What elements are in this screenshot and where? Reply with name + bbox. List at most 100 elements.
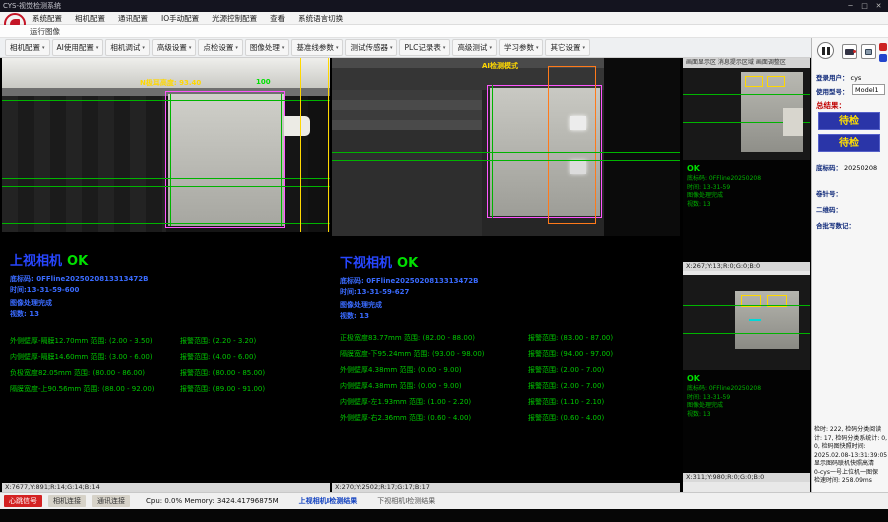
result-line: 时间: 13-31-59 — [687, 184, 810, 193]
menu-camera-config[interactable]: 相机配置 — [75, 13, 105, 24]
menu-comm-config[interactable]: 通讯配置 — [118, 13, 148, 24]
chevron-down-icon: ▾ — [390, 45, 393, 51]
toolbar-sensor-test-button[interactable]: 测试传感器▾ — [345, 39, 397, 56]
toolbar-learning-params-button[interactable]: 学习参数▾ — [499, 39, 544, 56]
toolbar-plc-record-button[interactable]: PLC记录表▾ — [399, 39, 450, 56]
camera-result-title: 下视相机OK — [340, 252, 418, 271]
info-icon[interactable] — [879, 54, 887, 62]
measure-line-yellow — [328, 58, 329, 232]
model-select[interactable]: Model1 — [852, 84, 885, 95]
alarm-range: 报警范围: (4.00 - 6.00) — [180, 352, 256, 362]
toolbar-advanced-settings-button[interactable]: 高级设置▾ — [152, 39, 197, 56]
toolbar-baseline-params-button[interactable]: 基准线参数▾ — [291, 39, 343, 56]
side-camera-image-1[interactable] — [683, 68, 810, 160]
result-line: 底标码: 0FFline20250208 — [687, 175, 810, 184]
bright-spot — [570, 160, 586, 174]
pause-icon — [827, 47, 830, 55]
count-line: 视数: 13 — [10, 309, 39, 319]
img-shape — [332, 130, 482, 236]
stat-line: 2025.02.08-13:31:39:05 — [814, 452, 887, 461]
barcode-line: 底标码: 0FFline2025020813313472B — [340, 276, 478, 286]
center-camera-image[interactable]: AI检测模式 — [332, 58, 680, 236]
toolbar-ai-usage-config-button[interactable]: AI使用配置▾ — [52, 39, 104, 56]
measurement-row: 内侧壁厚-隔膜14.60mm 范围: (3.00 - 6.00) — [10, 352, 153, 362]
tab-feature — [284, 116, 310, 136]
maximize-button[interactable]: □ — [858, 2, 871, 10]
toolbar-camera-debug-button[interactable]: 相机调试▾ — [105, 39, 150, 56]
pause-button[interactable] — [817, 42, 834, 59]
stat-line: 显示图码联机快照高清 — [814, 460, 887, 469]
chevron-down-icon: ▾ — [443, 45, 446, 51]
alarm-range: 报警范围: (89.00 - 91.00) — [180, 384, 265, 394]
camera-name: 上视相机 — [10, 254, 62, 269]
tab-top-camera-results[interactable]: 上视相机I检测结果 — [299, 496, 358, 506]
alarm-range: 报警范围: (80.00 - 85.00) — [180, 368, 265, 378]
menu-language-switch[interactable]: 系统语言切换 — [298, 13, 343, 24]
toolbar-image-processing-button[interactable]: 图像处理▾ — [245, 39, 290, 56]
pixel-info-bar: X:267;Y:13;R:0;G:0;B:0 — [683, 262, 810, 271]
side-views-column: 画面显示区 消息提示区域 画面调整区 OK 底标码: 0FFline202502… — [683, 58, 810, 492]
result-status-box-1: 待检 — [818, 112, 880, 130]
overlay-mode-label: AI检测模式 — [482, 61, 518, 71]
tab-strip: 运行图像 — [0, 25, 888, 38]
measurement-row: 内侧壁厚4.38mm 范围: (0.00 - 9.00) — [340, 381, 462, 391]
measure-line — [281, 94, 282, 226]
img-shape — [332, 90, 482, 130]
reel-label: 卷针号： — [816, 188, 842, 198]
roi-outline-yellow — [767, 76, 785, 87]
right-info-panel: 登录用户：cys 使用型号： Model1 总结果： 待检 待检 底标码：202… — [811, 38, 888, 492]
menu-bar: 系统配置 相机配置 通讯配置 IO手动配置 光源控制配置 查看 系统语言切换 — [0, 12, 888, 25]
side-result-overlay-1: OK 底标码: 0FFline20250208 时间: 13-31-59 图像处… — [683, 160, 810, 262]
overlay-measure-value: 100 — [256, 78, 271, 86]
result-status-box-2: 待检 — [818, 134, 880, 152]
menu-view[interactable]: 查看 — [270, 13, 285, 24]
time-line: 时间:13-31-59-600 — [10, 285, 79, 295]
left-result-overlay: 上视相机OK 底标码: 0FFline2025020813313472B 时间:… — [2, 232, 330, 483]
chevron-down-icon: ▾ — [96, 45, 99, 51]
record-icon[interactable] — [879, 43, 887, 51]
measure-mark-cyan — [749, 319, 761, 321]
measure-line — [332, 160, 680, 161]
toolbar-advanced-test-button[interactable]: 高级测试▾ — [452, 39, 497, 56]
application-window: CYS-视觉检测系统 ─ □ ✕ 系统配置 相机配置 通讯配置 IO手动配置 光… — [0, 0, 888, 522]
menu-system-config[interactable]: 系统配置 — [32, 13, 62, 24]
login-user-row: 登录用户：cys — [816, 72, 861, 82]
bright-spot — [570, 116, 586, 130]
camera-capture-button[interactable] — [842, 44, 857, 59]
measurement-row: 外侧壁厚-右2.36mm 范围: (0.60 - 4.00) — [340, 413, 471, 423]
measurement-row: 正极宽度83.77mm 范围: (82.00 - 88.00) — [340, 333, 475, 343]
toolbar-camera-config-button[interactable]: 相机配置▾ — [5, 39, 50, 56]
result-line: 视数: 13 — [687, 411, 810, 420]
user-lock-button[interactable] — [861, 44, 876, 59]
close-button[interactable]: ✕ — [872, 2, 885, 10]
barcode-row: 底标码：20250208 — [816, 162, 877, 172]
status-bar: 心跳信号 相机连接 通讯连接 Cpu: 0.0% Memory: 3424.41… — [0, 492, 888, 509]
minimize-button[interactable]: ─ — [844, 2, 857, 10]
alarm-range: 报警范围: (2.00 - 7.00) — [528, 365, 604, 375]
img-shape — [2, 96, 166, 232]
toolbar-other-settings-button[interactable]: 其它设置▾ — [545, 39, 590, 56]
menu-io-manual-config[interactable]: IO手动配置 — [161, 13, 199, 24]
measure-line — [170, 94, 171, 226]
heartbeat-indicator: 心跳信号 — [4, 495, 42, 507]
result-line: 时间: 13-31-59 — [687, 394, 810, 403]
tab-bottom-camera-results[interactable]: 下视相机I检测结果 — [377, 496, 435, 506]
pixel-info-bar: X:7677,Y:891;R:14;G:14;B:14 — [2, 483, 330, 492]
measurement-row: 内侧壁厚-左1.93mm 范围: (1.00 - 2.20) — [340, 397, 471, 407]
lock-icon — [865, 49, 872, 55]
camera-result-title: 上视相机 OK — [10, 250, 88, 269]
chevron-down-icon: ▾ — [235, 45, 238, 51]
stat-line: 计: 17, 检码分类系统计: 0, — [814, 435, 887, 444]
tab-run-image[interactable]: 运行图像 — [30, 26, 60, 37]
side-camera-image-2[interactable] — [683, 275, 810, 370]
barcode-value: 20250208 — [844, 164, 877, 172]
toolbar-spot-check-button[interactable]: 点检设置▾ — [198, 39, 243, 56]
left-camera-image[interactable]: N极耳高度: 93.40 100 — [2, 58, 330, 232]
window-title: CYS-视觉检测系统 — [3, 1, 61, 11]
status-ok: OK — [67, 254, 88, 269]
pixel-info-bar: X:311;Y:980;R:0;G:0;B:0 — [683, 473, 810, 482]
chevron-down-icon: ▾ — [582, 45, 585, 51]
roi-outline-orange — [548, 66, 596, 224]
menu-light-control-config[interactable]: 光源控制配置 — [212, 13, 257, 24]
measure-line-yellow — [300, 58, 301, 232]
